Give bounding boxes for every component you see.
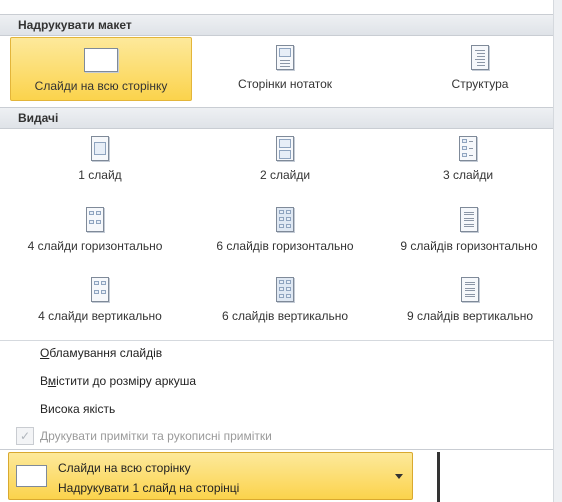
- notes-page-icon: [276, 45, 294, 70]
- handout-4-vertical-label: 4 слайди вертикально: [38, 309, 162, 323]
- handout-6-horizontal-icon: [276, 207, 294, 232]
- layout-outline[interactable]: Структура: [430, 37, 530, 101]
- vertical-divider: [437, 452, 440, 502]
- handout-3-slides-icon: [459, 136, 477, 161]
- full-page-slide-icon: [84, 48, 118, 72]
- print-comments-checkbox[interactable]: ✓: [16, 427, 34, 445]
- frame-slides-option[interactable]: Обламування слайдів: [40, 346, 162, 360]
- full-page-slide-icon: [16, 465, 47, 487]
- handout-6-horizontal[interactable]: 6 слайдів горизонтально: [194, 207, 376, 265]
- handout-9-vertical-label: 9 слайдів вертикально: [406, 309, 534, 323]
- handout-1-slide-label: 1 слайд: [78, 168, 122, 182]
- dropdown-subtitle: Надрукувати 1 слайд на сторінці: [58, 481, 240, 495]
- dropdown-title: Слайди на всю сторінку: [58, 461, 191, 475]
- outline-icon: [471, 45, 489, 70]
- layout-notes-pages[interactable]: Сторінки нотаток: [215, 37, 355, 101]
- handout-2-slides-icon: [276, 136, 294, 161]
- layout-full-page-slides[interactable]: Слайди на всю сторінку: [10, 37, 192, 101]
- high-quality-option[interactable]: Висока якість: [40, 402, 115, 416]
- handout-4-horizontal-label: 4 слайди горизонтально: [27, 239, 163, 253]
- scale-to-fit-label: істити до розміру аркуша: [56, 374, 197, 388]
- handout-9-horizontal[interactable]: 9 слайдів горизонтально: [380, 207, 558, 265]
- scale-to-fit-accesskey: м: [47, 374, 57, 388]
- frame-slides-accesskey: О: [40, 346, 50, 360]
- scrollbar-edge: [553, 0, 562, 502]
- handout-6-vertical-label: 6 слайдів вертикально: [221, 309, 349, 323]
- handout-6-vertical-icon: [276, 277, 294, 302]
- handouts-header: Видачі: [0, 107, 562, 129]
- scale-to-fit-label-start: В: [40, 374, 48, 388]
- handout-4-horizontal-icon: [86, 207, 104, 232]
- handout-1-slide[interactable]: 1 слайд: [50, 136, 150, 194]
- handout-3-slides[interactable]: 3 слайди: [418, 136, 518, 194]
- print-layout-gallery: Надрукувати макет Слайди на всю сторінку…: [0, 0, 562, 502]
- handout-4-horizontal[interactable]: 4 слайди горизонтально: [2, 207, 188, 265]
- handout-3-slides-label: 3 слайди: [442, 168, 494, 182]
- handout-6-vertical[interactable]: 6 слайдів вертикально: [200, 277, 370, 335]
- frame-slides-label: бламування слайдів: [49, 346, 163, 360]
- chevron-down-icon: [395, 474, 403, 479]
- layout-outline-label: Структура: [451, 77, 509, 91]
- handout-4-vertical[interactable]: 4 слайди вертикально: [20, 277, 180, 335]
- handout-9-horizontal-icon: [460, 207, 478, 232]
- print-layout-header: Надрукувати макет: [0, 14, 562, 36]
- layout-notes-pages-label: Сторінки нотаток: [237, 77, 333, 91]
- layout-full-page-slides-label: Слайди на всю сторінку: [34, 79, 168, 93]
- handout-4-vertical-icon: [91, 277, 109, 302]
- scale-to-fit-option[interactable]: Вмістити до розміру аркуша: [40, 374, 196, 388]
- print-comments-option[interactable]: Друкувати примітки та рукописні примітки: [40, 429, 272, 443]
- handout-9-horizontal-label: 9 слайдів горизонтально: [400, 239, 538, 253]
- handout-9-vertical-icon: [461, 277, 479, 302]
- handout-6-horizontal-label: 6 слайдів горизонтально: [216, 239, 354, 253]
- options-separator: [0, 340, 562, 341]
- handout-1-slide-icon: [91, 136, 109, 161]
- handout-2-slides-label: 2 слайди: [259, 168, 311, 182]
- print-layout-dropdown[interactable]: Слайди на всю сторінку Надрукувати 1 сла…: [8, 452, 413, 500]
- handout-2-slides[interactable]: 2 слайди: [235, 136, 335, 194]
- handout-9-vertical[interactable]: 9 слайдів вертикально: [388, 277, 552, 335]
